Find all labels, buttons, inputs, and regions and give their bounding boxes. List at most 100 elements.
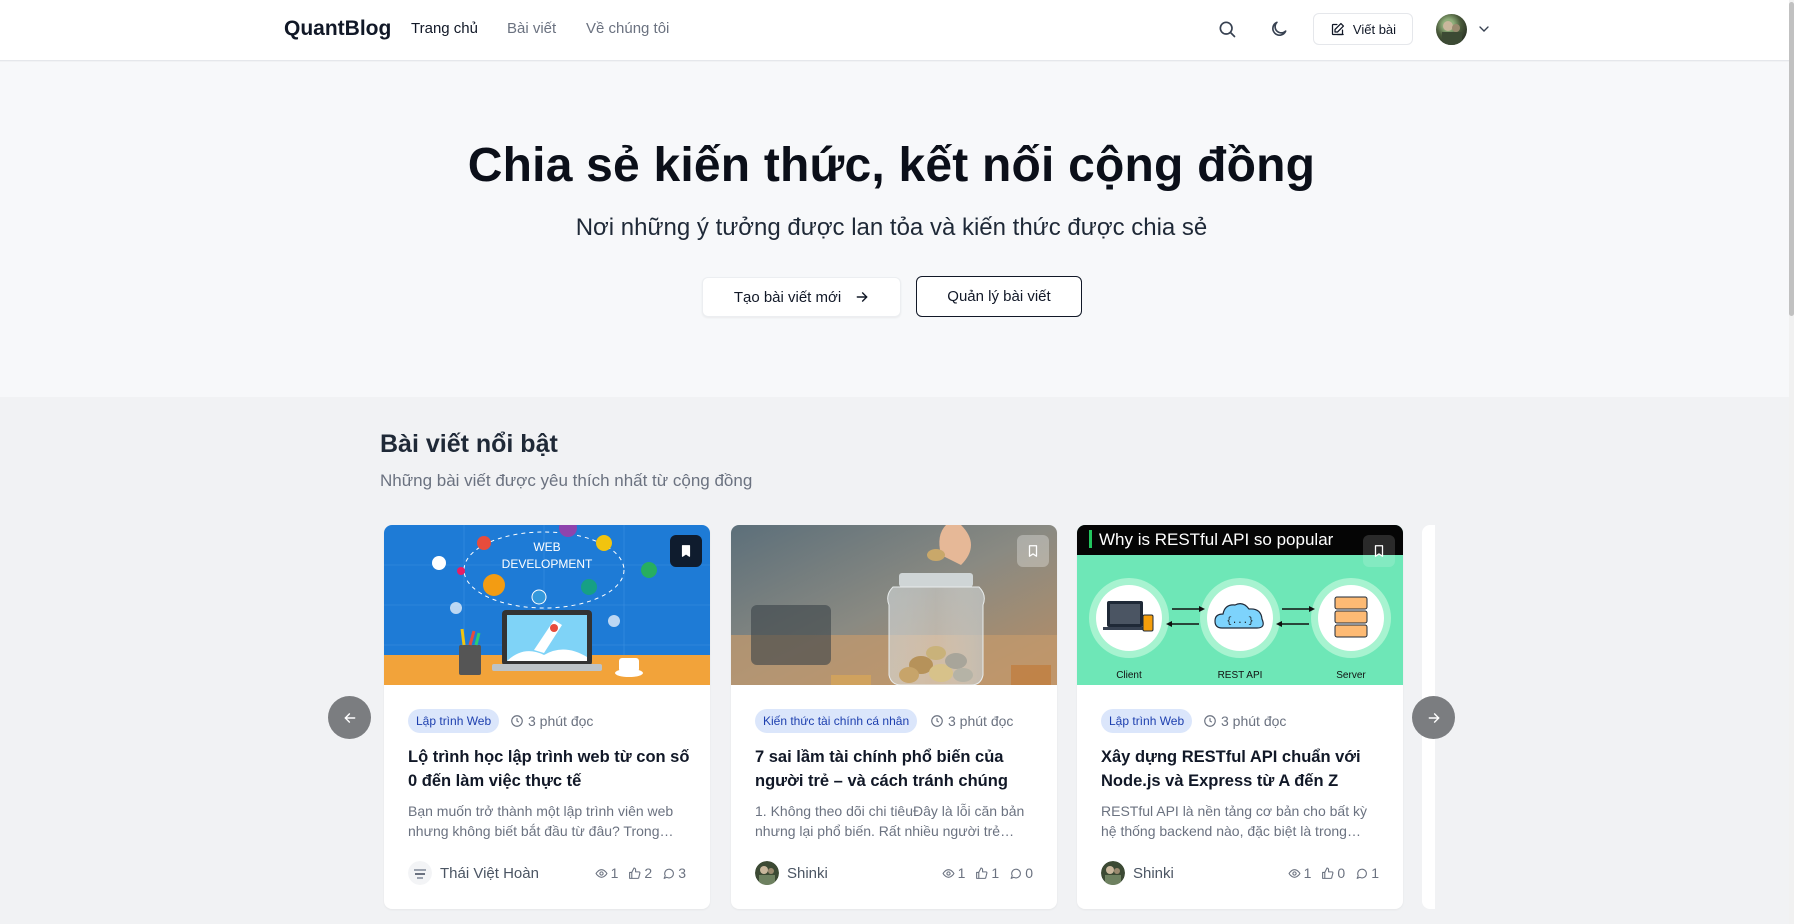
create-post-label: Tạo bài viết mới bbox=[733, 288, 842, 306]
image-text-client: Client bbox=[1116, 670, 1142, 681]
likes-count: 1 bbox=[991, 865, 1000, 881]
image-text-web: WEB bbox=[533, 540, 560, 554]
author-name: Shinki bbox=[787, 864, 828, 882]
comments-stat[interactable]: 3 bbox=[662, 865, 686, 881]
thumbs-up-icon bbox=[629, 867, 641, 879]
author-avatar bbox=[1101, 861, 1125, 885]
nav-link-about[interactable]: Về chúng tôi bbox=[586, 20, 669, 37]
category-tag[interactable]: Lập trình Web bbox=[1101, 709, 1193, 733]
post-title[interactable]: Xây dựng RESTful API chuẩn với Node.js v… bbox=[1101, 745, 1386, 793]
post-excerpt: RESTful API là nền tảng cơ bản cho bất k… bbox=[1101, 803, 1367, 839]
post-thumbnail[interactable]: WEB DEVELOPMENT bbox=[384, 525, 710, 685]
views-stat: 1 bbox=[942, 865, 966, 881]
nav-link-posts[interactable]: Bài viết bbox=[507, 20, 556, 37]
comments-count: 0 bbox=[1025, 865, 1033, 881]
category-tag[interactable]: Kiến thức tài chính cá nhân bbox=[755, 709, 918, 733]
author-avatar bbox=[755, 861, 779, 885]
read-time: 3 phút đọc bbox=[510, 713, 593, 729]
user-avatar[interactable] bbox=[1436, 14, 1467, 45]
views-stat: 1 bbox=[1288, 865, 1312, 881]
post-author[interactable]: Thái Việt Hoàn bbox=[408, 861, 539, 885]
comment-icon bbox=[1356, 868, 1368, 879]
carousel-prev-button[interactable] bbox=[328, 696, 371, 739]
bookmark-filled-icon bbox=[681, 545, 691, 557]
views-count: 1 bbox=[610, 865, 619, 881]
eye-icon bbox=[595, 868, 608, 878]
bookmark-button[interactable] bbox=[1363, 535, 1395, 567]
thumbs-up-icon bbox=[976, 867, 988, 879]
post-thumbnail[interactable]: Why is RESTful API so popular {...} Clie… bbox=[1077, 525, 1403, 685]
comments-count: 3 bbox=[678, 865, 686, 881]
bookmark-button[interactable] bbox=[1017, 535, 1049, 567]
arrow-left-icon bbox=[344, 712, 355, 723]
manage-posts-button[interactable]: Quản lý bài viết bbox=[916, 276, 1082, 317]
featured-section-title: Bài viết nổi bật bbox=[380, 430, 558, 458]
read-time: 3 phút đọc bbox=[1203, 713, 1286, 729]
hero-title: Chia sẻ kiến thức, kết nối cộng đồng bbox=[467, 139, 1316, 192]
post-author[interactable]: Shinki bbox=[1101, 861, 1174, 885]
likes-count: 2 bbox=[644, 865, 653, 881]
chevron-down-icon[interactable] bbox=[1476, 21, 1492, 37]
image-text-development: DEVELOPMENT bbox=[502, 557, 593, 571]
write-post-button[interactable]: Viết bài bbox=[1313, 13, 1413, 45]
post-card[interactable]: Why is RESTful API so popular {...} Clie… bbox=[1077, 525, 1403, 909]
views-stat: 1 bbox=[595, 865, 619, 881]
author-avatar bbox=[408, 861, 432, 885]
image-text-server: Server bbox=[1336, 670, 1366, 681]
post-stats: 1 2 3 bbox=[595, 865, 686, 881]
comment-icon bbox=[1010, 868, 1022, 879]
post-stats: 1 1 0 bbox=[942, 865, 1033, 881]
image-text-braces: {...} bbox=[1226, 616, 1253, 626]
write-post-label: Viết bài bbox=[1352, 21, 1397, 37]
post-card[interactable]: WEB DEVELOPMENT Lập trình Web 3 phút đọc… bbox=[384, 525, 710, 909]
views-count: 1 bbox=[1303, 865, 1312, 881]
edit-icon bbox=[1331, 22, 1344, 35]
nav-link-home[interactable]: Trang chủ bbox=[411, 20, 478, 37]
views-count: 1 bbox=[957, 865, 966, 881]
comment-icon bbox=[663, 868, 675, 879]
post-excerpt: Bạn muốn trở thành một lập trình viên we… bbox=[408, 803, 674, 839]
moon-icon bbox=[1272, 21, 1287, 36]
author-name: Shinki bbox=[1133, 864, 1174, 882]
image-heading: Why is RESTful API so popular bbox=[1099, 530, 1334, 549]
author-name: Thái Việt Hoàn bbox=[440, 864, 539, 882]
post-stats: 1 0 1 bbox=[1288, 865, 1379, 881]
create-post-button[interactable]: Tạo bài viết mới bbox=[702, 277, 901, 317]
comments-stat[interactable]: 0 bbox=[1009, 865, 1033, 881]
read-time: 3 phút đọc bbox=[930, 713, 1013, 729]
post-title[interactable]: 7 sai lầm tài chính phổ biến của người t… bbox=[755, 745, 1040, 793]
search-icon bbox=[1219, 21, 1236, 38]
clock-icon bbox=[1204, 715, 1216, 727]
comments-stat[interactable]: 1 bbox=[1355, 865, 1379, 881]
category-tag[interactable]: Lập trình Web bbox=[408, 709, 500, 733]
read-time-label: 3 phút đọc bbox=[1221, 713, 1287, 729]
post-card[interactable]: Kiến thức tài chính cá nhân 3 phút đọc 7… bbox=[731, 525, 1057, 909]
likes-stat[interactable]: 1 bbox=[975, 865, 999, 881]
post-author[interactable]: Shinki bbox=[755, 861, 828, 885]
hero-subtitle: Nơi những ý tưởng được lan tỏa và kiến t… bbox=[575, 214, 1208, 241]
clock-icon bbox=[511, 715, 523, 727]
arrow-right-icon bbox=[856, 292, 868, 302]
theme-toggle-button[interactable] bbox=[1264, 14, 1294, 44]
top-navbar: QuantBlog Trang chủ Bài viết Về chúng tô… bbox=[0, 0, 1789, 61]
featured-section-subtitle: Những bài viết được yêu thích nhất từ cộ… bbox=[380, 471, 753, 490]
thumbs-up-icon bbox=[1322, 867, 1334, 879]
page-scrollbar-thumb[interactable] bbox=[1789, 2, 1794, 316]
likes-stat[interactable]: 2 bbox=[628, 865, 652, 881]
bookmark-button[interactable] bbox=[670, 535, 702, 567]
post-thumbnail[interactable] bbox=[731, 525, 1057, 685]
clock-icon bbox=[931, 715, 943, 727]
post-title[interactable]: Lộ trình học lập trình web từ con số 0 đ… bbox=[408, 745, 693, 793]
brand-logo[interactable]: QuantBlog bbox=[284, 17, 391, 41]
featured-carousel: WEB DEVELOPMENT Lập trình Web 3 phút đọc… bbox=[383, 525, 1435, 924]
read-time-label: 3 phút đọc bbox=[528, 713, 594, 729]
carousel-next-button[interactable] bbox=[1412, 696, 1455, 739]
eye-icon bbox=[942, 868, 955, 878]
bookmark-icon bbox=[1374, 545, 1384, 557]
image-text-rest-api: REST API bbox=[1218, 670, 1263, 681]
bookmark-icon bbox=[1028, 545, 1038, 557]
likes-stat[interactable]: 0 bbox=[1321, 865, 1345, 881]
arrow-right-icon bbox=[1428, 712, 1439, 723]
read-time-label: 3 phút đọc bbox=[948, 713, 1014, 729]
search-button[interactable] bbox=[1212, 14, 1242, 44]
